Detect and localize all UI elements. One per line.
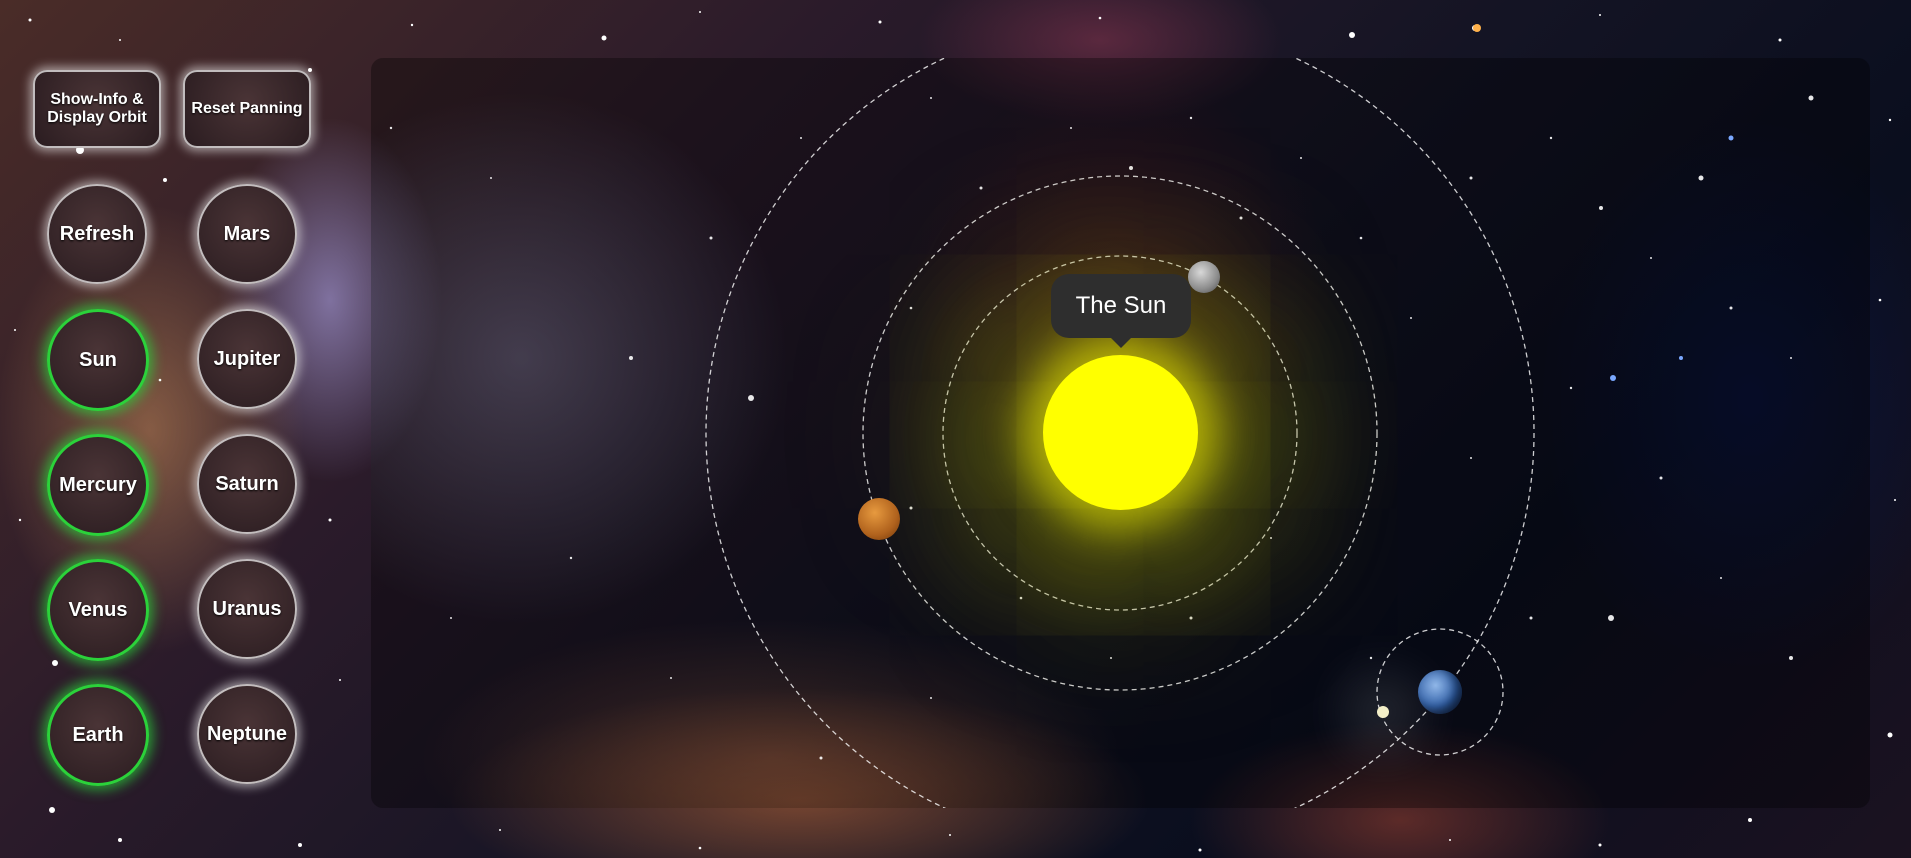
sun-body[interactable] — [1043, 355, 1198, 510]
uranus-button[interactable]: Uranus — [197, 559, 297, 659]
refresh-button[interactable]: Refresh — [47, 184, 147, 284]
earth-button[interactable]: Earth — [47, 684, 149, 786]
mars-button[interactable]: Mars — [197, 184, 297, 284]
saturn-button[interactable]: Saturn — [197, 434, 297, 534]
mercury-button[interactable]: Mercury — [47, 434, 149, 536]
reset-panning-button[interactable]: Reset Panning — [183, 70, 311, 148]
jupiter-button[interactable]: Jupiter — [197, 309, 297, 409]
sun-tooltip: The Sun — [1051, 274, 1191, 348]
moon-planet[interactable] — [1188, 261, 1220, 293]
mercury-planet[interactable] — [858, 498, 900, 540]
neptune-button[interactable]: Neptune — [197, 684, 297, 784]
sun-button[interactable]: Sun — [47, 309, 149, 411]
earth-moon[interactable] — [1377, 706, 1389, 718]
solar-system-viewport[interactable]: The Sun — [371, 58, 1870, 808]
show-info-button[interactable]: Show-Info & Display Orbit — [33, 70, 161, 148]
earth-planet[interactable] — [1418, 670, 1462, 714]
venus-button[interactable]: Venus — [47, 559, 149, 661]
